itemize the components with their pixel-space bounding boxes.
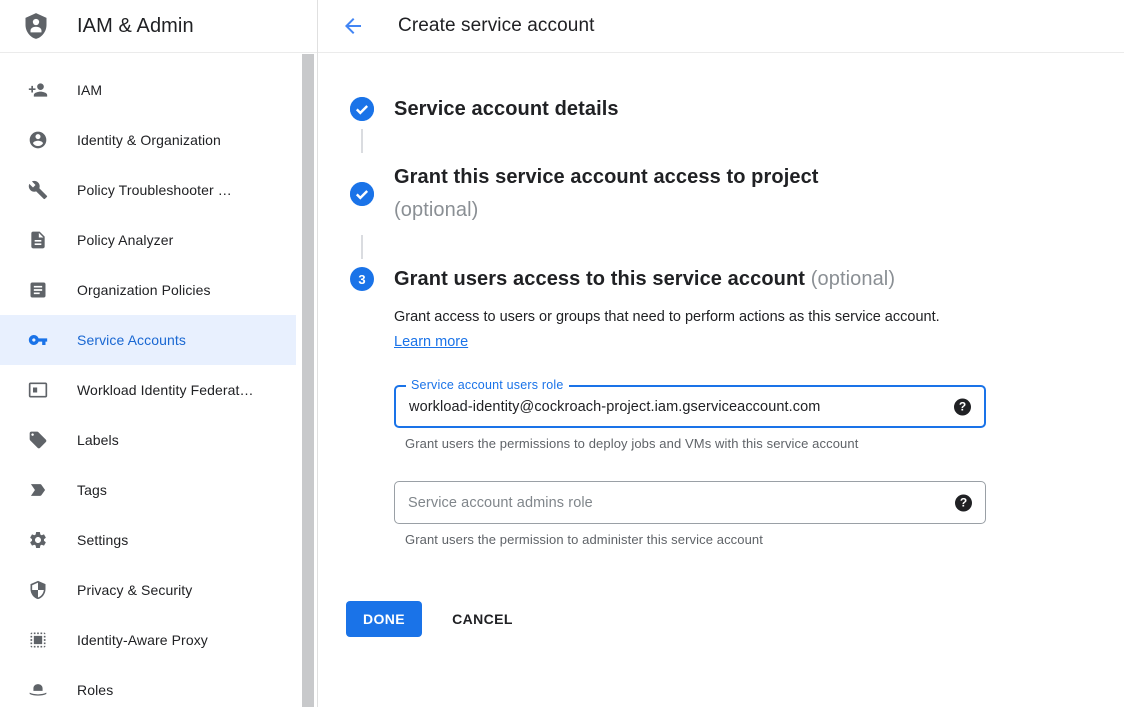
sidebar-item-label: Settings — [77, 532, 128, 548]
form-actions: DONE CANCEL — [346, 601, 1124, 637]
sidebar-item-identity-organization[interactable]: Identity & Organization — [0, 115, 296, 165]
step-1-service-account-details: Service account details — [350, 97, 1124, 121]
sidebar-header: IAM & Admin — [0, 0, 317, 53]
account-circle-icon — [28, 130, 48, 150]
sidebar-item-roles[interactable]: Roles — [0, 665, 296, 707]
gcp-console-window: IAM & Admin IAM Identity & Organization … — [0, 0, 1124, 707]
step-2-complete-check-icon — [350, 182, 374, 206]
list-document-icon — [28, 280, 48, 300]
step-3-body: Grant access to users or groups that nee… — [394, 305, 1124, 547]
sidebar-item-label: IAM — [77, 82, 102, 98]
step-2-title-text: Grant this service account access to pro… — [394, 166, 819, 188]
proxy-frame-icon — [28, 630, 48, 650]
learn-more-link[interactable]: Learn more — [394, 334, 468, 350]
iam-admin-shield-logo-icon — [22, 11, 50, 41]
admins-role-input[interactable] — [395, 495, 985, 511]
step-1-complete-check-icon — [350, 97, 374, 121]
sidebar-item-iam[interactable]: IAM — [0, 65, 296, 115]
back-arrow-icon — [341, 14, 365, 38]
step-3-title: Grant users access to this service accou… — [394, 267, 895, 291]
step-3-optional-label: (optional) — [811, 268, 895, 290]
users-role-input[interactable] — [396, 399, 984, 415]
document-icon — [28, 230, 48, 250]
sidebar-title: IAM & Admin — [77, 15, 194, 38]
sidebar: IAM & Admin IAM Identity & Organization … — [0, 0, 318, 707]
hat-icon — [28, 680, 48, 700]
step-3-title-text: Grant users access to this service accou… — [394, 268, 805, 290]
step-3-description: Grant access to users or groups that nee… — [394, 305, 947, 355]
gear-icon — [28, 530, 48, 550]
arrow-label-icon — [28, 480, 48, 500]
step-1-title: Service account details — [394, 97, 619, 121]
step-2-grant-access-to-project: Grant this service account access to pro… — [350, 161, 1124, 227]
sidebar-item-label: Identity & Organization — [77, 132, 221, 148]
back-arrow-button[interactable] — [341, 14, 365, 38]
sidebar-item-workload-identity-federation[interactable]: Workload Identity Federat… — [0, 365, 296, 415]
sidebar-item-label: Identity-Aware Proxy — [77, 632, 208, 648]
step-3-number-badge: 3 — [350, 267, 374, 291]
sidebar-item-label: Policy Analyzer — [77, 232, 173, 248]
sidebar-item-label: Roles — [77, 682, 113, 698]
step-connector — [361, 129, 363, 153]
service-account-users-role-field: Service account users role ? — [394, 385, 986, 428]
sidebar-item-tags[interactable]: Tags — [0, 465, 296, 515]
wrench-icon — [28, 180, 48, 200]
users-role-help-icon[interactable]: ? — [954, 398, 971, 415]
sidebar-item-organization-policies[interactable]: Organization Policies — [0, 265, 296, 315]
create-service-account-form: Service account details Grant this servi… — [318, 53, 1124, 637]
done-button[interactable]: DONE — [346, 601, 422, 637]
sidebar-nav: IAM Identity & Organization Policy Troub… — [0, 65, 317, 707]
step-2-optional-label: (optional) — [394, 194, 819, 227]
sidebar-item-labels[interactable]: Labels — [0, 415, 296, 465]
step-2-title: Grant this service account access to pro… — [394, 161, 819, 227]
step-3-description-text: Grant access to users or groups that nee… — [394, 309, 940, 325]
sidebar-item-identity-aware-proxy[interactable]: Identity-Aware Proxy — [0, 615, 296, 665]
sidebar-item-policy-analyzer[interactable]: Policy Analyzer — [0, 215, 296, 265]
tag-icon — [28, 430, 48, 450]
page-header: Create service account — [318, 0, 1124, 53]
users-role-floating-label: Service account users role — [406, 378, 569, 392]
admins-role-helper-text: Grant users the permission to administer… — [405, 532, 1124, 547]
sidebar-item-label: Policy Troubleshooter … — [77, 182, 232, 198]
sidebar-item-label: Tags — [77, 482, 107, 498]
admins-role-help-icon[interactable]: ? — [955, 494, 972, 511]
service-account-admins-role-field: ? — [394, 481, 986, 524]
sidebar-scrollbar[interactable] — [302, 54, 314, 707]
shield-icon — [28, 580, 48, 600]
person-add-icon — [28, 80, 48, 100]
users-role-helper-text: Grant users the permissions to deploy jo… — [405, 436, 1124, 451]
cancel-button[interactable]: CANCEL — [452, 611, 513, 627]
sidebar-item-label: Organization Policies — [77, 282, 211, 298]
key-icon — [28, 330, 48, 350]
sidebar-item-settings[interactable]: Settings — [0, 515, 296, 565]
step-connector — [361, 235, 363, 259]
sidebar-item-label: Service Accounts — [77, 332, 186, 348]
sidebar-item-privacy-security[interactable]: Privacy & Security — [0, 565, 296, 615]
card-icon — [28, 380, 48, 400]
sidebar-item-label: Workload Identity Federat… — [77, 382, 254, 398]
sidebar-item-label: Privacy & Security — [77, 582, 192, 598]
main-panel: Create service account Service account d… — [318, 0, 1124, 707]
sidebar-item-policy-troubleshooter[interactable]: Policy Troubleshooter … — [0, 165, 296, 215]
page-title: Create service account — [398, 15, 595, 37]
sidebar-item-service-accounts[interactable]: Service Accounts — [0, 315, 296, 365]
step-3-grant-users-access: 3 Grant users access to this service acc… — [350, 267, 1124, 291]
sidebar-item-label: Labels — [77, 432, 119, 448]
step-3-number: 3 — [358, 272, 365, 287]
